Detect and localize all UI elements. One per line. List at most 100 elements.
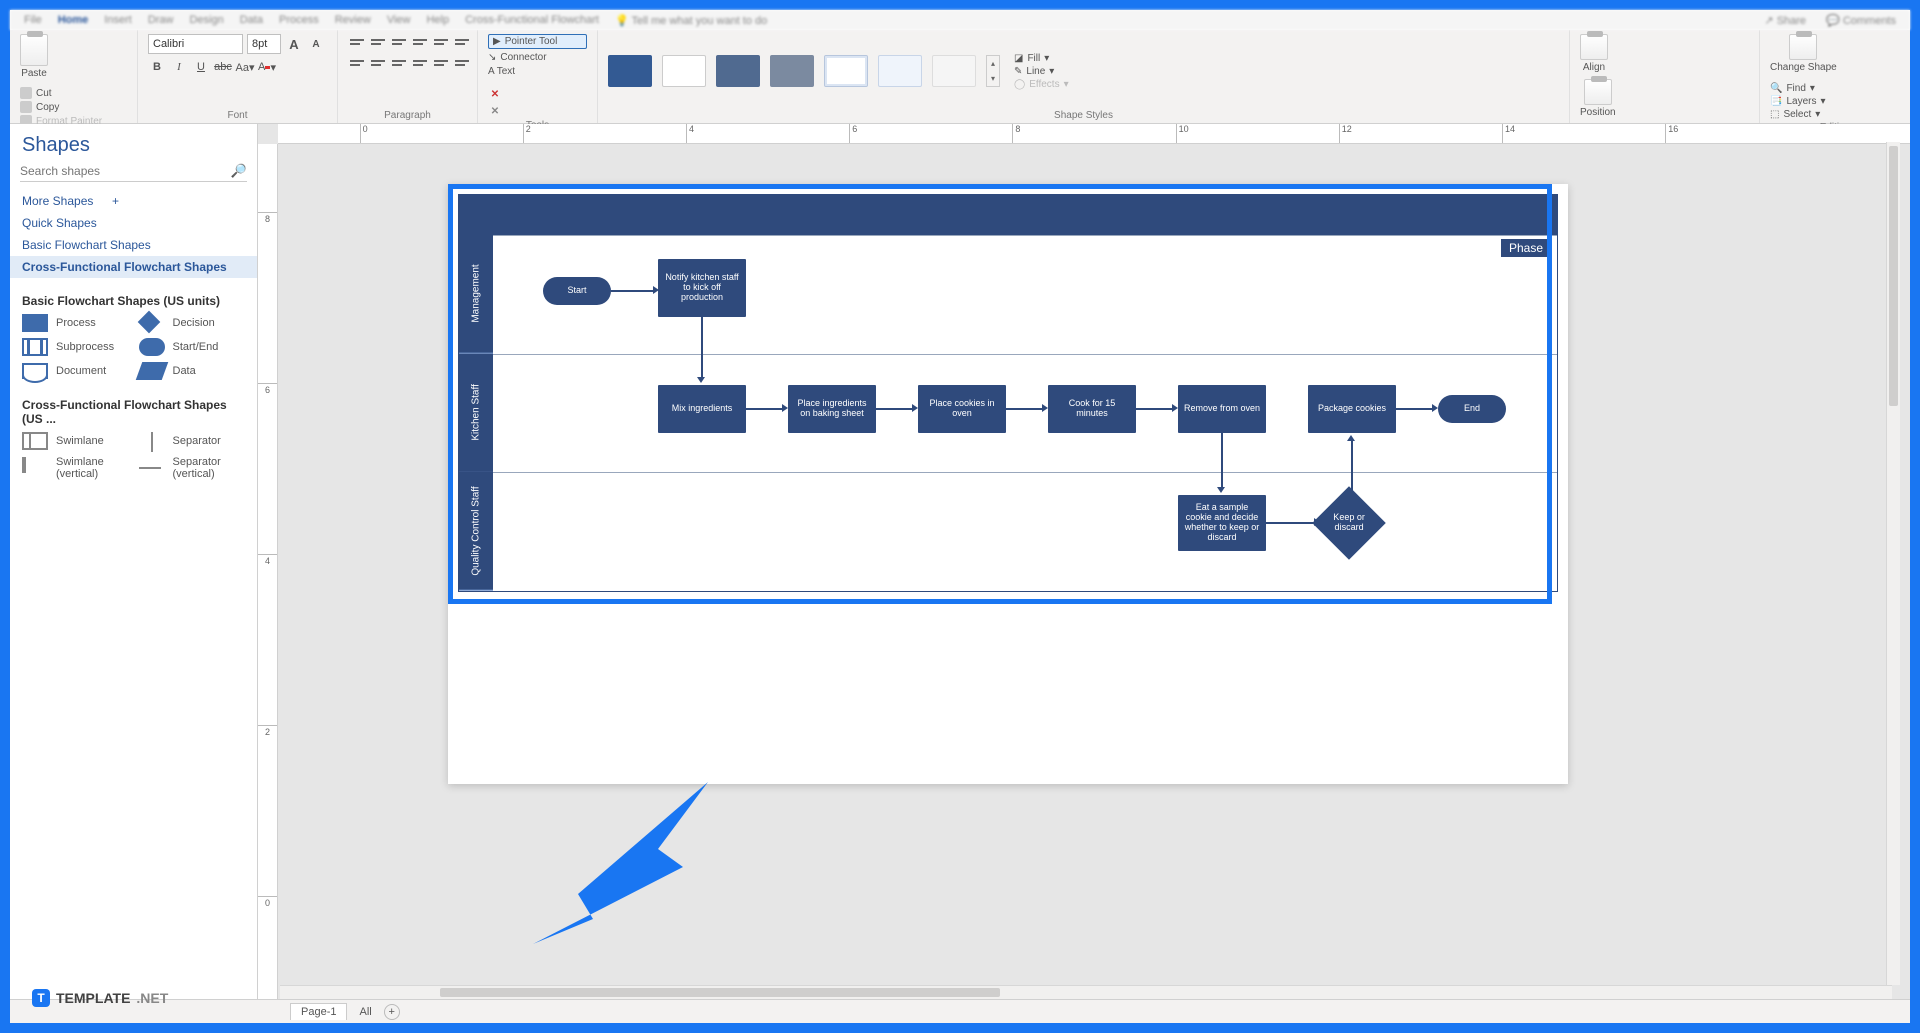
menu-view[interactable]: View xyxy=(387,14,411,26)
menu-home[interactable]: Home xyxy=(58,14,89,26)
lane-header-qc[interactable]: Quality Control Staff xyxy=(459,472,493,591)
align-bottom-button[interactable] xyxy=(390,55,408,73)
font-size-select[interactable]: 8pt xyxy=(247,34,281,54)
node-oven[interactable]: Place cookies in oven xyxy=(918,385,1006,433)
style-swatch-1[interactable] xyxy=(608,55,652,87)
lane-header-kitchen[interactable]: Kitchen Staff xyxy=(459,354,493,473)
indent-dec-button[interactable] xyxy=(432,34,450,52)
node-notify[interactable]: Notify kitchen staff to kick off product… xyxy=(658,259,746,317)
select-button[interactable]: ⬚ Select ▾ xyxy=(1770,109,1826,120)
menu-help[interactable]: Help xyxy=(426,14,449,26)
share-button[interactable]: ↗ Share xyxy=(1764,14,1806,27)
grow-font-button[interactable]: A xyxy=(285,35,303,53)
font-name-select[interactable]: Calibri xyxy=(148,34,243,54)
all-pages-button[interactable]: All xyxy=(359,1006,371,1018)
shape-separator[interactable]: Separator xyxy=(139,432,246,450)
lane-row-2[interactable] xyxy=(493,472,1557,591)
lane-header-management[interactable]: Management xyxy=(459,235,493,354)
node-remove[interactable]: Remove from oven xyxy=(1178,385,1266,433)
add-page-button[interactable]: + xyxy=(384,1004,400,1020)
align-justify-button[interactable] xyxy=(411,34,429,52)
align-center-button[interactable] xyxy=(369,34,387,52)
pointer-tool-button[interactable]: ▶ Pointer Tool xyxy=(488,34,587,49)
layers-button[interactable]: 📑 Layers ▾ xyxy=(1770,96,1826,107)
menu-review[interactable]: Review xyxy=(335,14,371,26)
delete-all-button[interactable]: ✕ xyxy=(488,104,502,118)
shape-effects-button[interactable]: ◯ Effects ▾ xyxy=(1014,79,1069,90)
indent-inc-button[interactable] xyxy=(453,34,471,52)
menu-draw[interactable]: Draw xyxy=(148,14,174,26)
node-start[interactable]: Start xyxy=(543,277,611,305)
shape-separator-vertical[interactable]: Separator (vertical) xyxy=(139,456,246,480)
menu-file[interactable]: File xyxy=(24,14,42,26)
node-mix[interactable]: Mix ingredients xyxy=(658,385,746,433)
shape-subprocess[interactable]: Subprocess xyxy=(22,338,129,356)
change-shape-button[interactable]: Change Shape xyxy=(1770,34,1837,73)
search-icon[interactable]: 🔎 xyxy=(231,163,247,179)
comments-button[interactable]: 💬 Comments xyxy=(1826,14,1896,27)
copy-button[interactable]: Copy xyxy=(20,101,102,113)
horizontal-scrollbar[interactable] xyxy=(280,985,1892,999)
drawing-canvas[interactable]: Phase Management Kitchen Staff Quality C… xyxy=(278,144,1910,999)
style-swatch-4[interactable] xyxy=(770,55,814,87)
bold-button[interactable]: B xyxy=(148,58,166,76)
shape-swimlane[interactable]: Swimlane xyxy=(22,432,129,450)
tell-me[interactable]: 💡 Tell me what you want to do xyxy=(615,14,767,27)
shrink-font-button[interactable]: A xyxy=(307,35,325,53)
connector-tool-button[interactable]: ↘ Connector xyxy=(488,52,587,63)
lane-row-1[interactable] xyxy=(493,354,1557,473)
align-left-button[interactable] xyxy=(348,34,366,52)
shape-decision[interactable]: Decision xyxy=(139,314,246,332)
stencil-cross-functional[interactable]: Cross-Functional Flowchart Shapes xyxy=(10,256,257,278)
page-surface[interactable]: Phase Management Kitchen Staff Quality C… xyxy=(448,184,1568,784)
align-middle-button[interactable] xyxy=(369,55,387,73)
node-end[interactable]: End xyxy=(1438,395,1506,423)
shape-line-button[interactable]: ✎ Line ▾ xyxy=(1014,66,1069,77)
rotate-text-button[interactable] xyxy=(432,55,450,73)
shape-data[interactable]: Data xyxy=(139,362,246,380)
text-size-button[interactable]: Aa▾ xyxy=(236,58,254,76)
bullets-button[interactable] xyxy=(411,55,429,73)
delete-button[interactable]: ✕ xyxy=(488,87,502,101)
swimlane-diagram[interactable]: Phase Management Kitchen Staff Quality C… xyxy=(458,194,1558,592)
text-direction-button[interactable] xyxy=(453,55,471,73)
align-right-button[interactable] xyxy=(390,34,408,52)
style-swatch-3[interactable] xyxy=(716,55,760,87)
diagram-title-bar[interactable] xyxy=(459,195,1557,235)
menu-process[interactable]: Process xyxy=(279,14,319,26)
menu-design[interactable]: Design xyxy=(189,14,223,26)
shape-swimlane-vertical[interactable]: Swimlane (vertical) xyxy=(22,456,129,480)
style-swatch-5[interactable] xyxy=(824,55,868,87)
text-tool-button[interactable]: A Text xyxy=(488,66,587,77)
align-top-button[interactable] xyxy=(348,55,366,73)
style-swatch-6[interactable] xyxy=(878,55,922,87)
style-swatch-2[interactable] xyxy=(662,55,706,87)
menu-insert[interactable]: Insert xyxy=(104,14,132,26)
shapes-search-input[interactable] xyxy=(20,164,227,178)
node-cook[interactable]: Cook for 15 minutes xyxy=(1048,385,1136,433)
italic-button[interactable]: I xyxy=(170,58,188,76)
align-button[interactable]: Align xyxy=(1580,34,1608,73)
stencil-more-shapes[interactable]: More Shapes + xyxy=(10,190,257,212)
shape-start-end[interactable]: Start/End xyxy=(139,338,246,356)
cut-button[interactable]: Cut xyxy=(20,87,102,99)
paste-button[interactable]: Paste xyxy=(20,34,48,79)
page-tab-1[interactable]: Page-1 xyxy=(290,1003,347,1020)
stencil-basic-flowchart[interactable]: Basic Flowchart Shapes xyxy=(10,234,257,256)
vertical-scrollbar[interactable] xyxy=(1886,142,1900,985)
menu-data[interactable]: Data xyxy=(240,14,263,26)
lane-row-0[interactable] xyxy=(493,235,1557,354)
underline-button[interactable]: U xyxy=(192,58,210,76)
stencil-quick-shapes[interactable]: Quick Shapes xyxy=(10,212,257,234)
shape-document[interactable]: Document xyxy=(22,362,129,380)
node-package[interactable]: Package cookies xyxy=(1308,385,1396,433)
menu-contextual[interactable]: Cross-Functional Flowchart xyxy=(465,14,599,26)
node-sample[interactable]: Eat a sample cookie and decide whether t… xyxy=(1178,495,1266,551)
style-gallery-expand[interactable]: ▴▾ xyxy=(986,55,1000,87)
position-button[interactable]: Position xyxy=(1580,79,1616,118)
style-swatch-7[interactable] xyxy=(932,55,976,87)
node-place[interactable]: Place ingredients on baking sheet xyxy=(788,385,876,433)
shape-fill-button[interactable]: ◪ Fill ▾ xyxy=(1014,53,1069,64)
strike-button[interactable]: abc xyxy=(214,58,232,76)
font-color-button[interactable]: A▾ xyxy=(258,58,276,76)
